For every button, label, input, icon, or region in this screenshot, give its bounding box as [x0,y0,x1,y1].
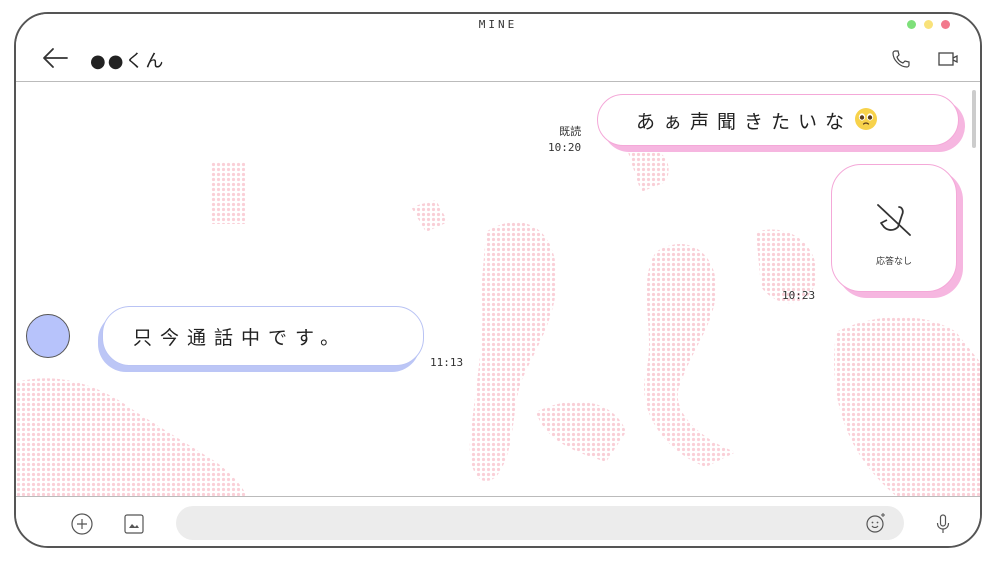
read-status: 既読 [559,125,582,138]
message-time: 10:20 [548,141,582,154]
title-bar: mine [16,14,980,37]
message-text: 只今通話中です。 [133,327,348,349]
arrow-left-icon[interactable] [40,45,70,71]
image-icon[interactable] [122,512,146,536]
message-input[interactable] [176,506,904,540]
input-bar [16,496,980,546]
incoming-message-bubble[interactable]: 只今通話中です。 [102,306,424,366]
app-title: mine [478,18,518,31]
mic-icon[interactable] [931,512,955,536]
window-close-button[interactable] [941,20,950,29]
window-maximize-button[interactable] [907,20,916,29]
emoji-add-icon[interactable] [864,511,888,535]
message-time: 11:13 [430,356,464,369]
scrollbar-thumb[interactable] [972,90,976,148]
message-text: あぁ声聞きたいな [636,111,853,133]
pleading-face-icon [855,108,877,130]
call-time: 10:23 [782,289,816,302]
chat-area[interactable]: 既読 10:20 あぁ声聞きたいな 応答なし 10:23 只今通話中です。 11… [16,82,980,496]
plus-circle-icon[interactable] [70,512,94,536]
chat-header: ●●くん [16,36,980,82]
outgoing-message-bubble[interactable]: あぁ声聞きたいな [597,94,959,146]
video-icon[interactable] [937,48,959,70]
window-minimize-button[interactable] [924,20,933,29]
missed-call-icon [877,204,911,236]
missed-call-card[interactable]: 応答なし [831,164,957,292]
app-window: mine ●●くん [14,12,982,548]
call-status-label: 応答なし [875,257,912,267]
contact-name: ●●くん [90,51,166,72]
window-controls [907,20,950,29]
avatar[interactable] [26,314,70,358]
message-meta: 既読 10:20 [548,124,581,156]
phone-icon[interactable] [890,48,912,70]
